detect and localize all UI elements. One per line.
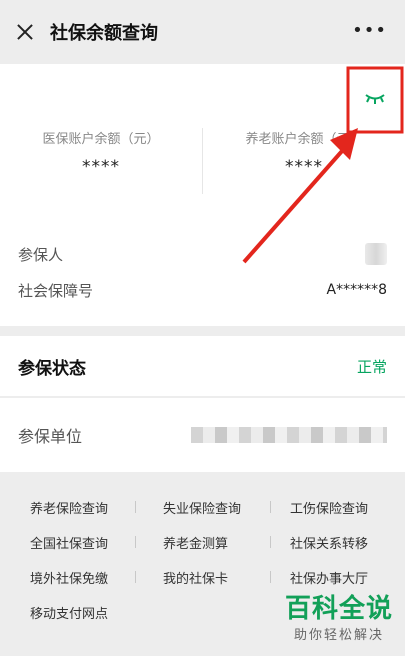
link-separator [270,536,271,548]
link-separator [135,501,136,513]
watermark: 百科全说 助你轻松解决 [285,594,393,643]
link-overseas-exempt[interactable]: 境外社保免缴 [0,568,135,587]
insured-name-blurred [365,243,387,265]
link-pension-calc[interactable]: 养老金测算 [135,533,270,552]
unit-label: 参保单位 [18,427,83,446]
insured-row: 参保人 [18,214,387,272]
link-separator [270,571,271,583]
hide-balance-eye-icon[interactable] [363,90,387,106]
link-service-hall[interactable]: 社保办事大厅 [270,568,405,587]
insured-info: 参保人 社会保障号 A******8 [0,214,405,326]
pension-balance: 养老账户余额（元） **** [203,128,405,177]
insured-label: 参保人 [18,245,64,264]
insurance-status: 参保状态 正常 [0,336,405,396]
link-pension-query[interactable]: 养老保险查询 [0,498,135,517]
link-my-card-label: 我的社保卡 [163,572,229,587]
more-icon[interactable]: ••• [352,22,387,40]
watermark-subtitle: 助你轻松解决 [293,628,384,643]
pension-balance-label: 养老账户余额（元） [245,132,363,147]
link-injury-query[interactable]: 工伤保险查询 [270,498,405,517]
insured-unit: 参保单位 [0,398,405,472]
link-injury-query-label: 工伤保险查询 [290,502,369,517]
watermark-title: 百科全说 [284,594,393,624]
link-my-card[interactable]: 我的社保卡 [135,568,270,587]
top-bar: 社保余额查询 ••• [0,0,405,64]
ssn-label: 社会保障号 [18,281,94,300]
link-row: 境外社保免缴 我的社保卡 社保办事大厅 [0,560,405,595]
link-unemployment-query-label: 失业保险查询 [163,502,242,517]
link-transfer-label: 社保关系转移 [290,537,369,552]
pension-balance-value: **** [285,157,323,177]
link-transfer[interactable]: 社保关系转移 [270,533,405,552]
medical-balance: 医保账户余额（元） **** [0,128,202,177]
link-pension-calc-label: 养老金测算 [163,537,229,552]
medical-balance-label: 医保账户余额（元） [42,132,160,147]
link-unemployment-query[interactable]: 失业保险查询 [135,498,270,517]
balance-card: 医保账户余额（元） **** 养老账户余额（元） **** [0,64,405,214]
status-value: 正常 [356,357,387,376]
ssn-row: 社会保障号 A******8 [18,272,387,308]
page-title: 社保余额查询 [50,23,158,44]
link-mobile-payment[interactable]: 移动支付网点 [0,603,135,622]
close-icon[interactable] [14,21,36,43]
medical-balance-value: **** [82,157,120,177]
link-separator [135,536,136,548]
link-service-hall-label: 社保办事大厅 [290,572,369,587]
link-national-query[interactable]: 全国社保查询 [0,533,135,552]
link-row: 养老保险查询 失业保险查询 工伤保险查询 [0,490,405,525]
ssn-value: A******8 [326,282,387,298]
unit-name-blurred [191,427,387,443]
link-separator [270,501,271,513]
link-separator [135,571,136,583]
status-label: 参保状态 [18,358,86,379]
link-row: 全国社保查询 养老金测算 社保关系转移 [0,525,405,560]
